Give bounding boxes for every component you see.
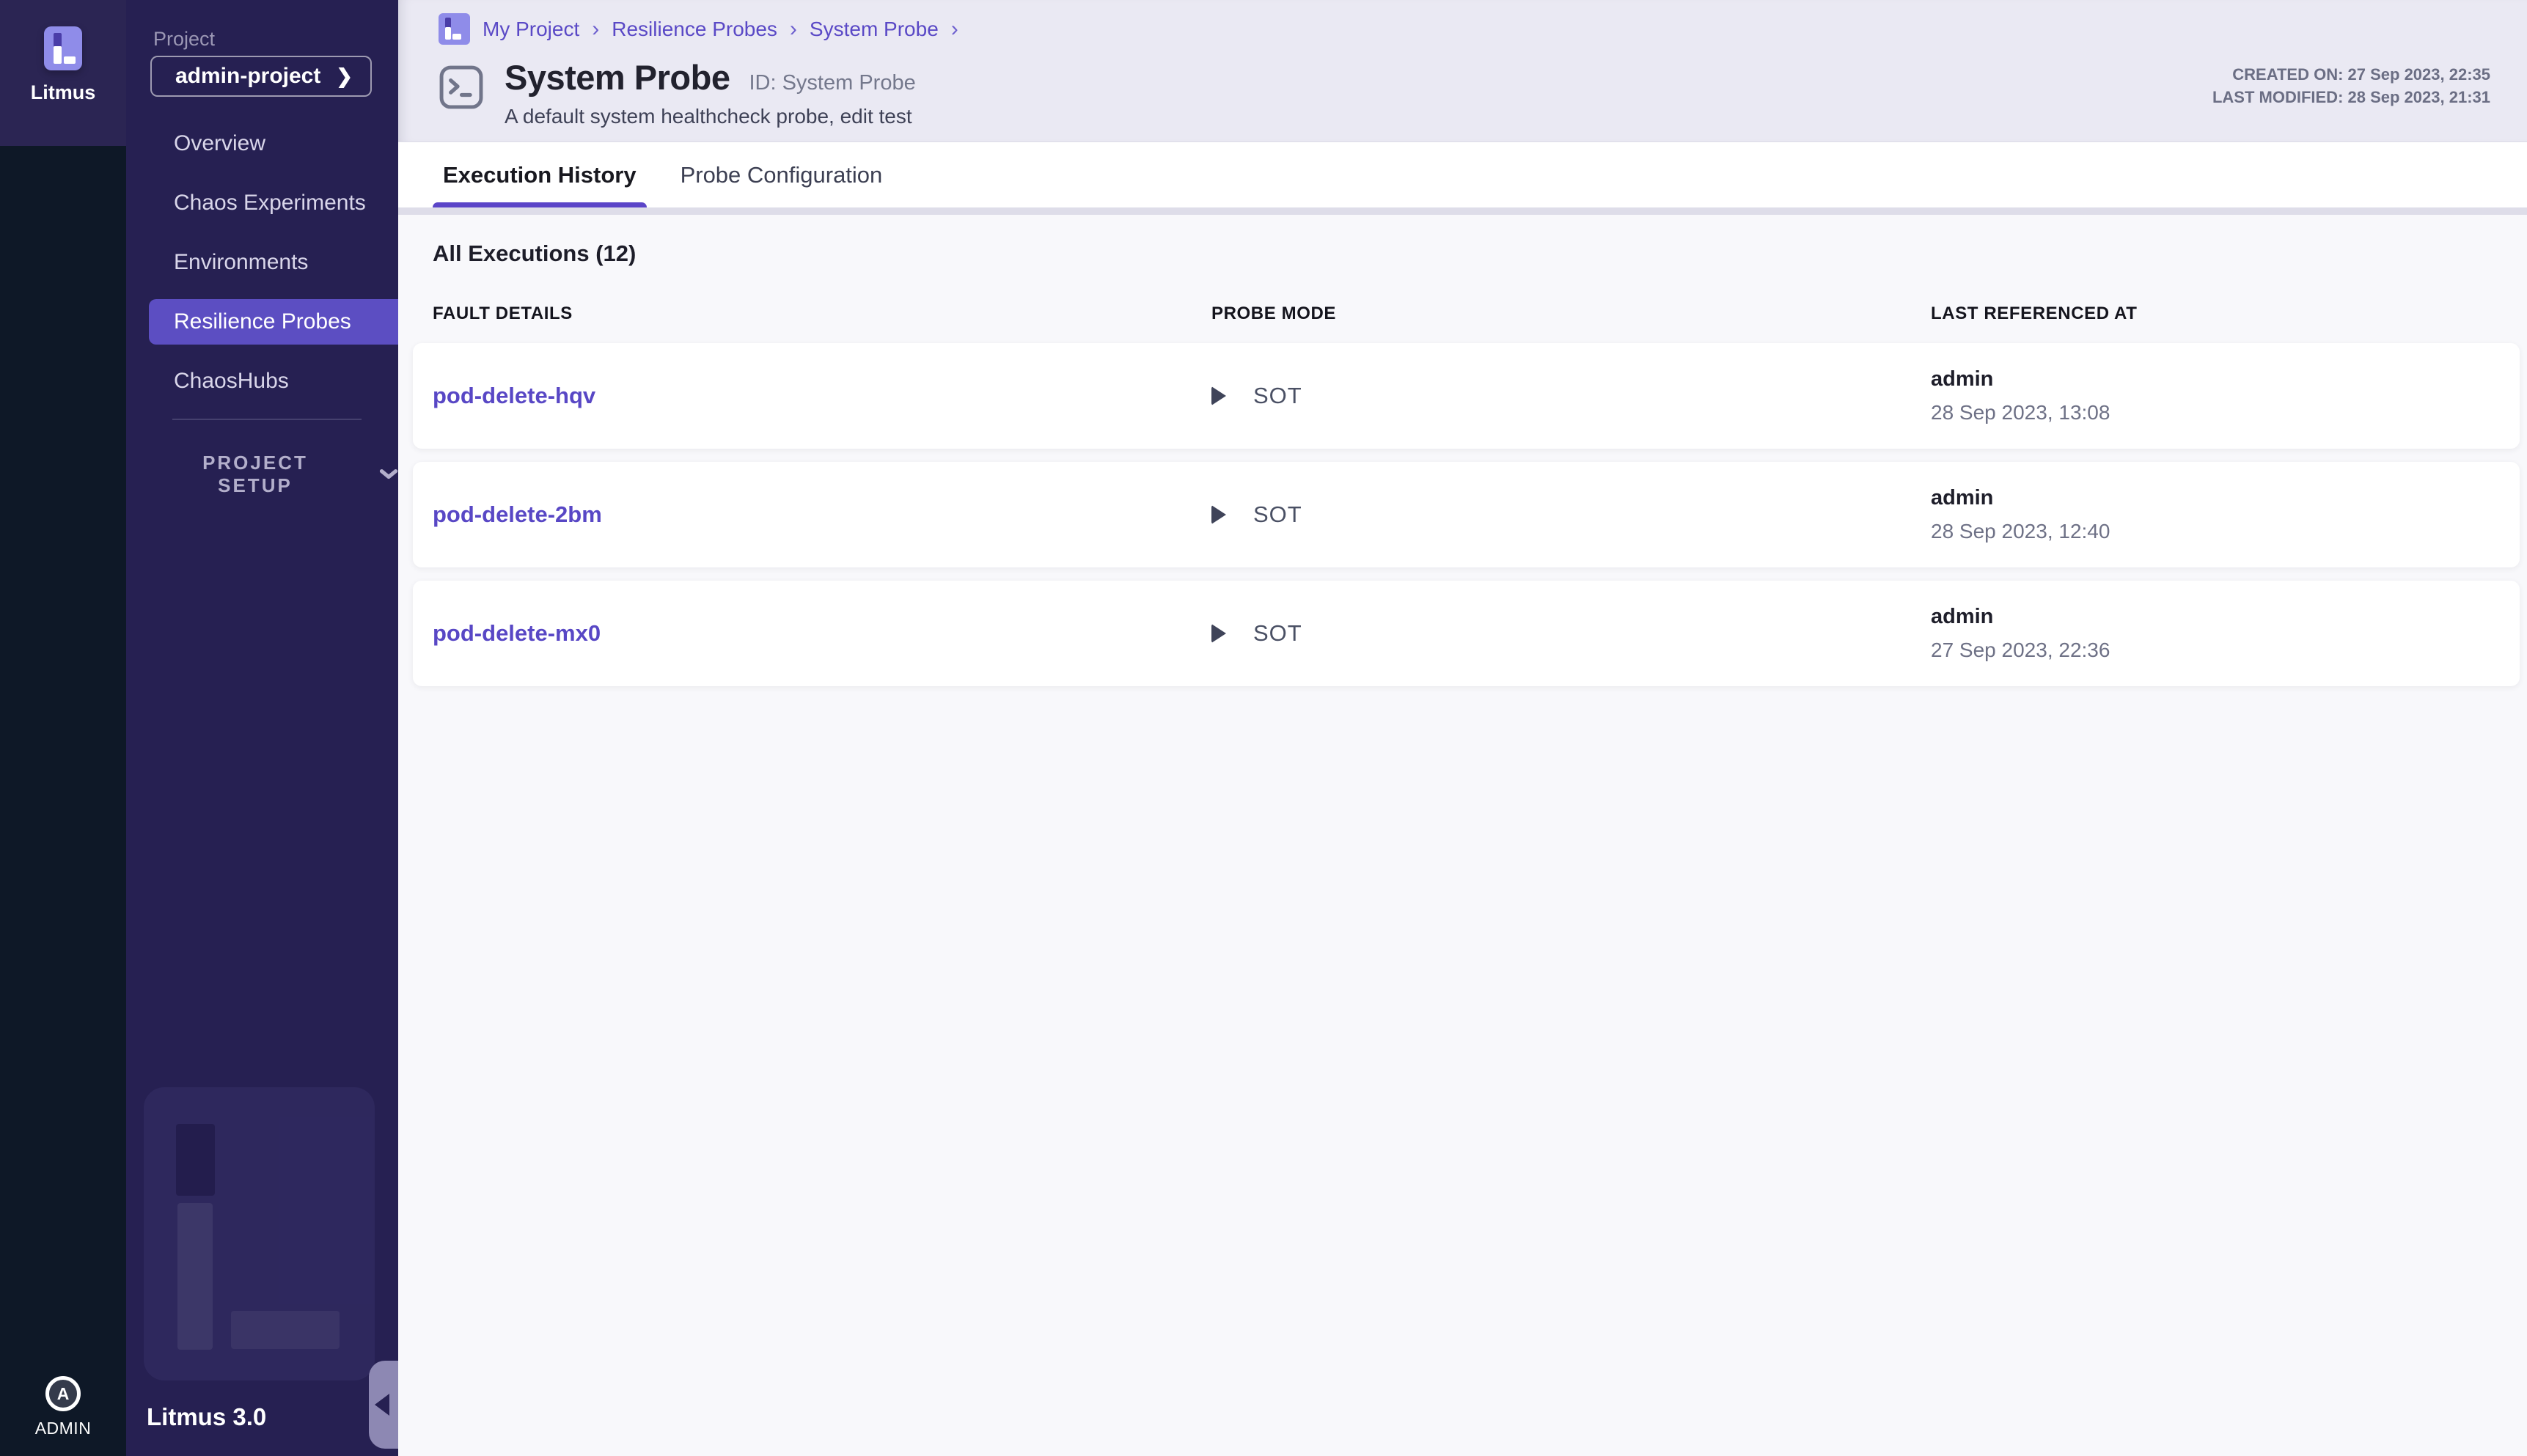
column-fault-details: FAULT DETAILS	[433, 304, 1211, 324]
table-row[interactable]: pod-delete-mx0 SOT admin 27 Sep 2023, 22…	[413, 581, 2520, 686]
logo-horizontal-bar	[64, 56, 76, 64]
logo-accent-bar	[54, 33, 62, 47]
column-last-referenced-at: LAST REFERENCED AT	[1931, 304, 2512, 324]
chevron-down-icon	[379, 468, 398, 481]
rail-top: Litmus	[0, 0, 126, 146]
referenced-by: admin	[1931, 486, 2520, 510]
referenced-at: 27 Sep 2023, 22:36	[1931, 639, 2520, 662]
litmus-logo-icon[interactable]	[44, 26, 82, 70]
execution-rows: pod-delete-hqv SOT admin 28 Sep 2023, 13…	[413, 343, 2520, 686]
project-select-value: admin-project	[175, 64, 320, 89]
probe-title-row: System Probe ID: System Probe A default …	[437, 57, 916, 128]
tab-execution-history[interactable]: Execution History	[433, 142, 647, 207]
expand-play-icon[interactable]	[1211, 624, 1226, 643]
created-on: CREATED ON: 27 Sep 2023, 22:35	[2212, 63, 2490, 86]
version-label: Litmus 3.0	[147, 1403, 266, 1431]
last-referenced-cell: admin 28 Sep 2023, 12:40	[1931, 486, 2520, 543]
probe-mode-value: SOT	[1253, 383, 1302, 409]
probe-id-label: ID: System Probe	[749, 71, 915, 95]
project-setup-toggle[interactable]: PROJECT SETUP	[174, 452, 398, 497]
fault-link[interactable]: pod-delete-mx0	[433, 620, 1211, 647]
sidebar: Project admin-project Overview Chaos Exp…	[126, 0, 398, 1456]
tab-probe-configuration[interactable]: Probe Configuration	[670, 142, 893, 207]
avatar[interactable]: A	[45, 1376, 81, 1411]
user-role-label: ADMIN	[0, 1419, 126, 1438]
terminal-icon	[437, 63, 485, 111]
tab-bar-divider	[398, 207, 2527, 215]
referenced-at: 28 Sep 2023, 12:40	[1931, 520, 2520, 543]
probe-mode-value: SOT	[1253, 501, 1302, 528]
sidebar-nav: Overview Chaos Experiments Environments …	[126, 121, 398, 418]
avatar-initial: A	[57, 1384, 70, 1404]
probe-mode-cell: SOT	[1211, 620, 1931, 647]
project-select[interactable]: admin-project	[150, 56, 372, 97]
chevron-separator-icon	[790, 17, 797, 42]
expand-play-icon[interactable]	[1211, 505, 1226, 524]
probe-meta-dates: CREATED ON: 27 Sep 2023, 22:35 LAST MODI…	[2212, 63, 2490, 109]
table-header: FAULT DETAILS PROBE MODE LAST REFERENCED…	[433, 304, 2512, 324]
main-area: My Project Resilience Probes System Prob…	[398, 0, 2527, 1456]
breadcrumb-my-project[interactable]: My Project	[483, 18, 579, 41]
sidebar-item-chaos-experiments[interactable]: Chaos Experiments	[126, 180, 398, 226]
project-setup-label: PROJECT SETUP	[174, 452, 337, 497]
left-rail: Litmus A ADMIN	[0, 0, 126, 1456]
litmus-watermark-graphic	[144, 1087, 375, 1380]
chevron-right-icon	[336, 64, 353, 89]
sidebar-divider	[172, 419, 362, 420]
logo-vertical-bar	[54, 46, 62, 64]
tab-bar: Execution History Probe Configuration	[398, 141, 2527, 207]
chevron-separator-icon	[592, 17, 599, 42]
referenced-by: admin	[1931, 367, 2520, 391]
probe-mode-cell: SOT	[1211, 501, 1931, 528]
litmus-app: Litmus A ADMIN Project admin-project Ove…	[0, 0, 2527, 1456]
collapse-sidebar-handle[interactable]	[369, 1361, 398, 1449]
breadcrumb-system-probe[interactable]: System Probe	[810, 18, 939, 41]
user-section: A ADMIN	[0, 1376, 126, 1438]
expand-play-icon[interactable]	[1211, 386, 1226, 405]
logo-label: Litmus	[31, 81, 96, 104]
page-title: System Probe	[505, 57, 730, 98]
probe-mode-value: SOT	[1253, 620, 1302, 647]
chevron-separator-icon	[951, 17, 958, 42]
fault-link[interactable]: pod-delete-hqv	[433, 383, 1211, 409]
project-label: Project	[153, 28, 215, 51]
breadcrumb: My Project Resilience Probes System Prob…	[439, 13, 958, 45]
last-referenced-cell: admin 28 Sep 2023, 13:08	[1931, 367, 2520, 424]
triangle-left-icon	[375, 1394, 389, 1416]
probe-description: A default system healthcheck probe, edit…	[505, 105, 916, 128]
sidebar-item-resilience-probes[interactable]: Resilience Probes	[149, 299, 398, 345]
sidebar-item-chaoshubs[interactable]: ChaosHubs	[126, 359, 398, 404]
last-referenced-cell: admin 27 Sep 2023, 22:36	[1931, 605, 2520, 662]
sidebar-item-environments[interactable]: Environments	[126, 240, 398, 285]
probe-mode-cell: SOT	[1211, 383, 1931, 409]
fault-link[interactable]: pod-delete-2bm	[433, 501, 1211, 528]
page-header: My Project Resilience Probes System Prob…	[398, 0, 2527, 141]
execution-history-panel: All Executions (12) FAULT DETAILS PROBE …	[398, 216, 2527, 1456]
sidebar-item-overview[interactable]: Overview	[126, 121, 398, 166]
table-row[interactable]: pod-delete-2bm SOT admin 28 Sep 2023, 12…	[413, 462, 2520, 567]
breadcrumb-resilience-probes[interactable]: Resilience Probes	[612, 18, 777, 41]
referenced-by: admin	[1931, 605, 2520, 629]
litmus-icon	[439, 13, 470, 45]
all-executions-title: All Executions (12)	[433, 240, 2527, 267]
referenced-at: 28 Sep 2023, 13:08	[1931, 401, 2520, 424]
column-probe-mode: PROBE MODE	[1211, 304, 1931, 324]
table-row[interactable]: pod-delete-hqv SOT admin 28 Sep 2023, 13…	[413, 343, 2520, 449]
last-modified: LAST MODIFIED: 28 Sep 2023, 21:31	[2212, 86, 2490, 109]
